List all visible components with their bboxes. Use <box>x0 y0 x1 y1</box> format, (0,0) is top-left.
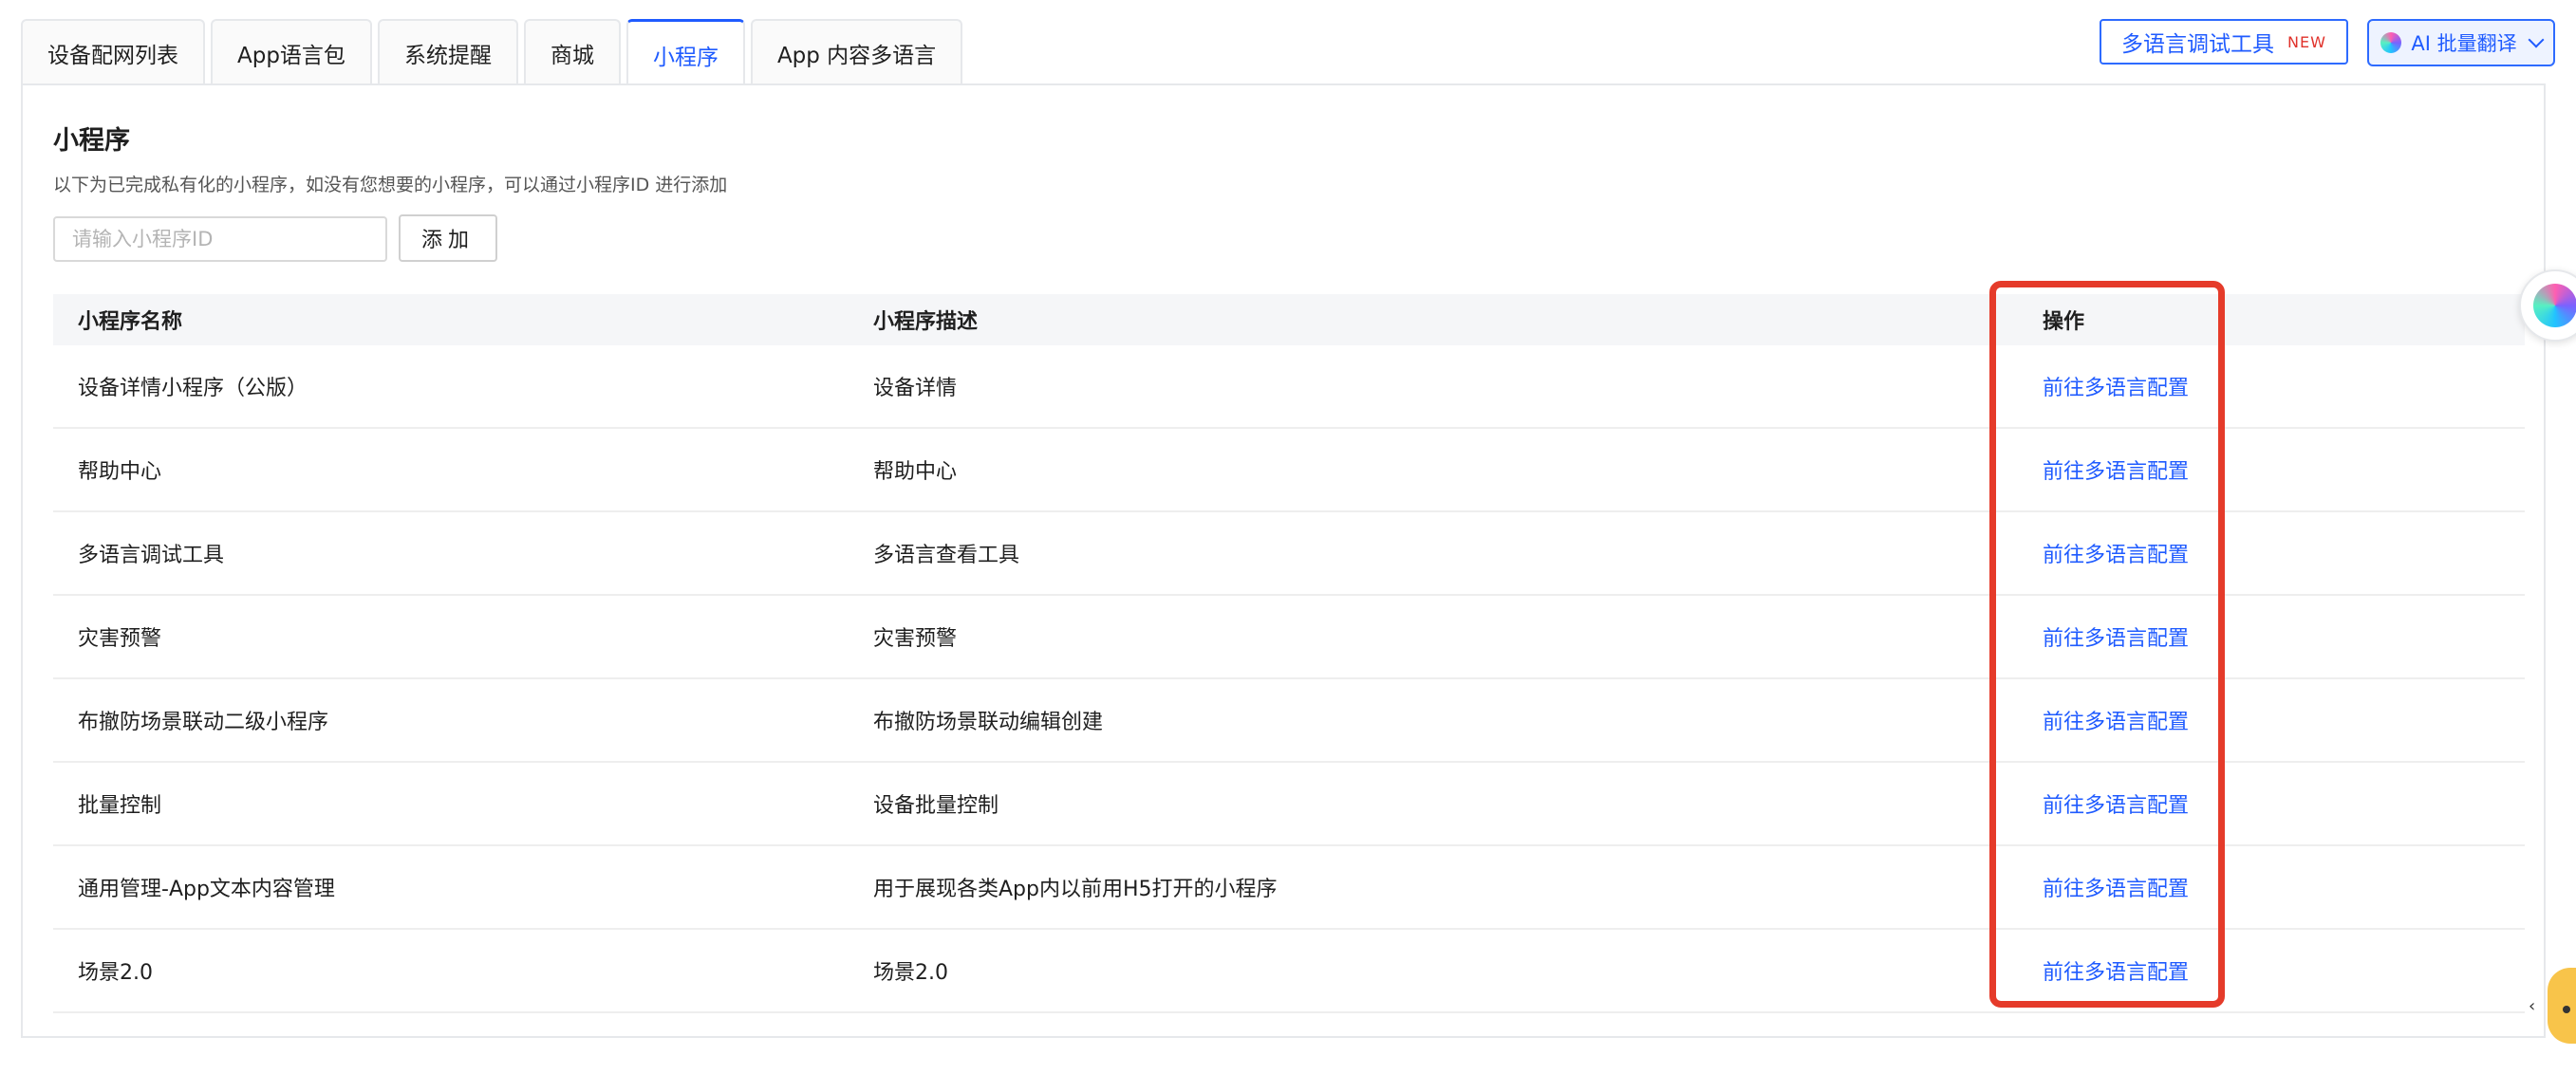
row-description: 布撤防场景联动编辑创建 <box>873 711 1104 734</box>
goto-multilang-config-link[interactable]: 前往多语言配置 <box>2043 705 2189 735</box>
header-name: 小程序名称 <box>78 310 183 334</box>
ai-translate-label: AI 批量翻译 <box>2411 32 2517 55</box>
row-name: 通用管理-App文本内容管理 <box>78 878 335 901</box>
row-description: 设备批量控制 <box>873 794 999 818</box>
new-badge: NEW <box>2287 32 2326 51</box>
header-action: 操作 <box>2043 310 2085 334</box>
goto-multilang-config-link[interactable]: 前往多语言配置 <box>2043 371 2189 401</box>
tab-app-language-pack[interactable]: App语言包 <box>211 19 372 85</box>
ai-assistant-icon <box>2533 284 2576 327</box>
multilang-debug-tool-button[interactable]: 多语言调试工具 NEW <box>2100 19 2348 65</box>
mascot-icon[interactable] <box>2548 968 2576 1044</box>
row-description: 灾害预警 <box>873 627 958 651</box>
table-row: 灾害预警 灾害预警 前往多语言配置 <box>53 596 2525 679</box>
section-description: 以下为已完成私有化的小程序，如没有您想要的小程序，可以通过小程序ID 进行添加 <box>53 175 728 195</box>
mascot-hint-icon: ‹ <box>2529 996 2536 1016</box>
row-name: 批量控制 <box>78 794 162 818</box>
section-title: 小程序 <box>53 126 130 156</box>
row-description: 用于展现各类App内以前用H5打开的小程序 <box>873 878 1278 901</box>
mini-program-table: 小程序名称 小程序描述 操作 设备详情小程序（公版） 设备详情 前往多语言配置 … <box>53 294 2525 1013</box>
ai-batch-translate-button[interactable]: AI 批量翻译 <box>2367 19 2555 66</box>
goto-multilang-config-link[interactable]: 前往多语言配置 <box>2043 454 2189 485</box>
tab-app-content-multilang[interactable]: App 内容多语言 <box>750 19 963 85</box>
tab-mall[interactable]: 商城 <box>523 19 621 85</box>
add-button[interactable]: 添加 <box>399 214 497 262</box>
row-description: 场景2.0 <box>873 961 948 985</box>
row-name: 设备详情小程序（公版） <box>78 377 308 400</box>
row-name: 灾害预警 <box>78 627 162 651</box>
tab-system-reminder[interactable]: 系统提醒 <box>377 19 518 85</box>
goto-multilang-config-link[interactable]: 前往多语言配置 <box>2043 538 2189 568</box>
table-row: 场景2.0 场景2.0 前往多语言配置 <box>53 930 2525 1013</box>
goto-multilang-config-link[interactable]: 前往多语言配置 <box>2043 621 2189 652</box>
row-name: 多语言调试工具 <box>78 544 225 567</box>
table-row: 多语言调试工具 多语言查看工具 前往多语言配置 <box>53 512 2525 596</box>
row-name: 布撤防场景联动二级小程序 <box>78 711 329 734</box>
debug-tool-label: 多语言调试工具 <box>2121 32 2275 57</box>
row-name: 场景2.0 <box>78 961 153 985</box>
row-name: 帮助中心 <box>78 460 162 484</box>
table-row: 设备详情小程序（公版） 设备详情 前往多语言配置 <box>53 345 2525 429</box>
tab-device-network-list[interactable]: 设备配网列表 <box>21 19 205 85</box>
table-row: 通用管理-App文本内容管理 用于展现各类App内以前用H5打开的小程序 前往多… <box>53 846 2525 930</box>
page: 设备配网列表 App语言包 系统提醒 商城 小程序 App 内容多语言 多语言调… <box>0 0 2576 1074</box>
chevron-down-icon[interactable] <box>2528 31 2545 48</box>
row-description: 多语言查看工具 <box>873 544 1020 567</box>
table-header: 小程序名称 小程序描述 操作 <box>53 294 2525 345</box>
ai-assistant-icon <box>2380 32 2402 53</box>
tab-bar: 设备配网列表 App语言包 系统提醒 商城 小程序 App 内容多语言 <box>21 19 963 88</box>
mascot-eye-icon <box>2563 1006 2570 1013</box>
tab-mini-program[interactable]: 小程序 <box>625 19 745 88</box>
goto-multilang-config-link[interactable]: 前往多语言配置 <box>2043 872 2189 902</box>
goto-multilang-config-link[interactable]: 前往多语言配置 <box>2043 955 2189 986</box>
table-row: 帮助中心 帮助中心 前往多语言配置 <box>53 429 2525 512</box>
table-row: 布撤防场景联动二级小程序 布撤防场景联动编辑创建 前往多语言配置 <box>53 679 2525 763</box>
mini-program-id-input[interactable] <box>53 216 387 262</box>
row-description: 帮助中心 <box>873 460 958 484</box>
table-row: 批量控制 设备批量控制 前往多语言配置 <box>53 763 2525 846</box>
header-description: 小程序描述 <box>873 310 979 334</box>
row-description: 设备详情 <box>873 377 958 400</box>
goto-multilang-config-link[interactable]: 前往多语言配置 <box>2043 788 2189 819</box>
